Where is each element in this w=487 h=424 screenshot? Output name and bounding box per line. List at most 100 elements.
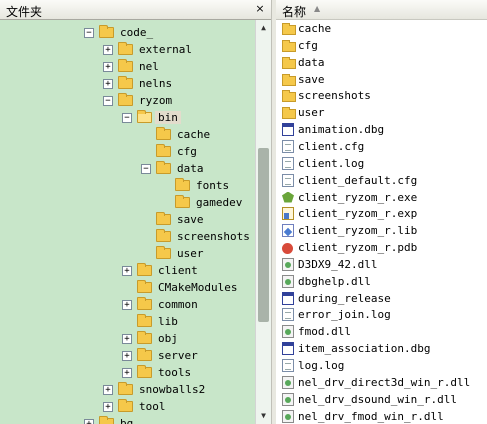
expand-icon[interactable]: + [122, 334, 132, 344]
file-row[interactable]: client.cfg [280, 138, 487, 155]
file-row[interactable]: client_ryzom_r.pdb [280, 239, 487, 256]
folder-tree-scrollbar[interactable]: ▲ ▼ [255, 20, 271, 424]
folder-icon [282, 23, 296, 35]
file-row[interactable]: cache [280, 20, 487, 37]
dll-file-icon [282, 325, 294, 339]
file-name: client.log [298, 156, 365, 170]
dbg-file-icon [282, 291, 294, 305]
tree-node-cmakemodules[interactable]: CMakeModules [0, 279, 255, 296]
file-row[interactable]: log.log [280, 357, 487, 374]
file-row[interactable]: user [280, 104, 487, 121]
tree-node-cache[interactable]: cache [0, 126, 255, 143]
file-row[interactable]: data [280, 54, 487, 71]
file-name: fmod.dll [298, 325, 351, 339]
file-name: cache [298, 22, 332, 35]
file-row[interactable]: client_default.cfg [280, 172, 487, 189]
expand-icon[interactable]: + [103, 62, 113, 72]
close-pane-button[interactable]: × [253, 2, 267, 16]
tree-node-bin[interactable]: − bin [0, 109, 255, 126]
folder-tree: − code_ + external + nel + nelns − ryzom − bin cache… [0, 20, 255, 424]
tree-node-ryzom[interactable]: − ryzom [0, 92, 255, 109]
expand-icon[interactable]: + [103, 79, 113, 89]
expand-icon[interactable]: + [103, 385, 113, 395]
expand-icon[interactable]: + [122, 368, 132, 378]
file-row[interactable]: screenshots [280, 87, 487, 104]
folder-icon [282, 73, 296, 86]
tree-node-external[interactable]: + external [0, 41, 255, 58]
folder-icon [137, 348, 152, 361]
file-row[interactable]: cfg [280, 37, 487, 54]
folder-icon [156, 212, 171, 225]
folder-icon [99, 416, 114, 424]
dbg-file-icon [282, 123, 294, 137]
folder-icon [137, 280, 152, 293]
file-row[interactable]: save [280, 71, 487, 88]
tree-node-user[interactable]: user [0, 245, 255, 262]
tree-node-tool[interactable]: + tool [0, 398, 255, 415]
tree-node-server[interactable]: + server [0, 347, 255, 364]
file-row[interactable]: item_association.dbg [280, 340, 487, 357]
collapse-icon[interactable]: − [103, 96, 113, 106]
tree-node-code_[interactable]: − code_ [0, 24, 255, 41]
file-name: during_release [298, 291, 391, 305]
tree-node-data[interactable]: − data [0, 160, 255, 177]
file-row[interactable]: animation.dbg [280, 121, 487, 138]
column-header-label: 名称 [282, 5, 307, 19]
tree-node-cfg[interactable]: cfg [0, 143, 255, 160]
file-name: cfg [298, 38, 318, 52]
tree-node-gamedev[interactable]: gamedev [0, 194, 255, 211]
tree-node-tools[interactable]: + tools [0, 364, 255, 381]
file-row[interactable]: client.log [280, 155, 487, 172]
tree-node-screenshots[interactable]: screenshots [0, 228, 255, 245]
scroll-up-arrow-icon[interactable]: ▲ [256, 20, 271, 36]
tree-node-label: nel [139, 60, 159, 73]
tree-node-fonts[interactable]: fonts [0, 177, 255, 194]
file-row[interactable]: client_ryzom_r.lib [280, 222, 487, 239]
expand-icon[interactable]: + [122, 351, 132, 361]
tree-node-snowballs2[interactable]: + snowballs2 [0, 381, 255, 398]
file-row[interactable]: nel_drv_fmod_win_r.dll [280, 408, 487, 424]
doc-file-icon [282, 139, 294, 153]
collapse-icon[interactable]: − [122, 113, 132, 123]
column-header-name[interactable]: 名称 ▲ [276, 0, 487, 20]
tree-node-label: cache [177, 128, 211, 141]
folder-icon [137, 297, 152, 310]
tree-node-save[interactable]: save [0, 211, 255, 228]
file-row[interactable]: error_join.log [280, 306, 487, 323]
file-row[interactable]: fmod.dll [280, 323, 487, 340]
tree-node-common[interactable]: + common [0, 296, 255, 313]
tree-node-obj[interactable]: + obj [0, 330, 255, 347]
file-row[interactable]: nel_drv_direct3d_win_r.dll [280, 374, 487, 391]
folder-icon [156, 144, 171, 157]
file-row[interactable]: client_ryzom_r.exe [280, 189, 487, 206]
folder-tree-pane: 文件夹 × − code_ + external + nel + nelns − ryzom − bi… [0, 0, 271, 424]
tree-node-nel[interactable]: + nel [0, 58, 255, 75]
file-name: client_ryzom_r.exe [298, 190, 418, 204]
file-row[interactable]: client_ryzom_r.exp [280, 205, 487, 222]
collapse-icon[interactable]: − [141, 164, 151, 174]
collapse-icon[interactable]: − [84, 28, 94, 38]
expand-icon[interactable]: + [84, 419, 94, 424]
tree-node-client[interactable]: + client [0, 262, 255, 279]
tree-node-label: data [177, 162, 204, 175]
file-row[interactable]: during_release [280, 290, 487, 307]
scroll-down-arrow-icon[interactable]: ▼ [256, 408, 271, 424]
expand-icon[interactable]: + [103, 402, 113, 412]
folder-icon [137, 263, 152, 276]
folder-icon [175, 195, 190, 208]
expand-icon[interactable]: + [122, 300, 132, 310]
scrollbar-thumb[interactable] [258, 147, 269, 323]
doc-file-icon [282, 308, 294, 322]
expand-icon[interactable]: + [122, 266, 132, 276]
file-row[interactable]: dbghelp.dll [280, 273, 487, 290]
file-row[interactable]: nel_drv_dsound_win_r.dll [280, 391, 487, 408]
tree-node-label: nelns [139, 77, 173, 90]
expand-icon[interactable]: + [103, 45, 113, 55]
file-row[interactable]: D3DX9_42.dll [280, 256, 487, 273]
dbg-file-icon [282, 342, 294, 356]
tree-node-nelns[interactable]: + nelns [0, 75, 255, 92]
folder-icon [118, 382, 133, 395]
tree-node-lib[interactable]: lib [0, 313, 255, 330]
tree-node-bg[interactable]: + bg [0, 415, 255, 424]
tree-node-label: client [158, 264, 198, 277]
